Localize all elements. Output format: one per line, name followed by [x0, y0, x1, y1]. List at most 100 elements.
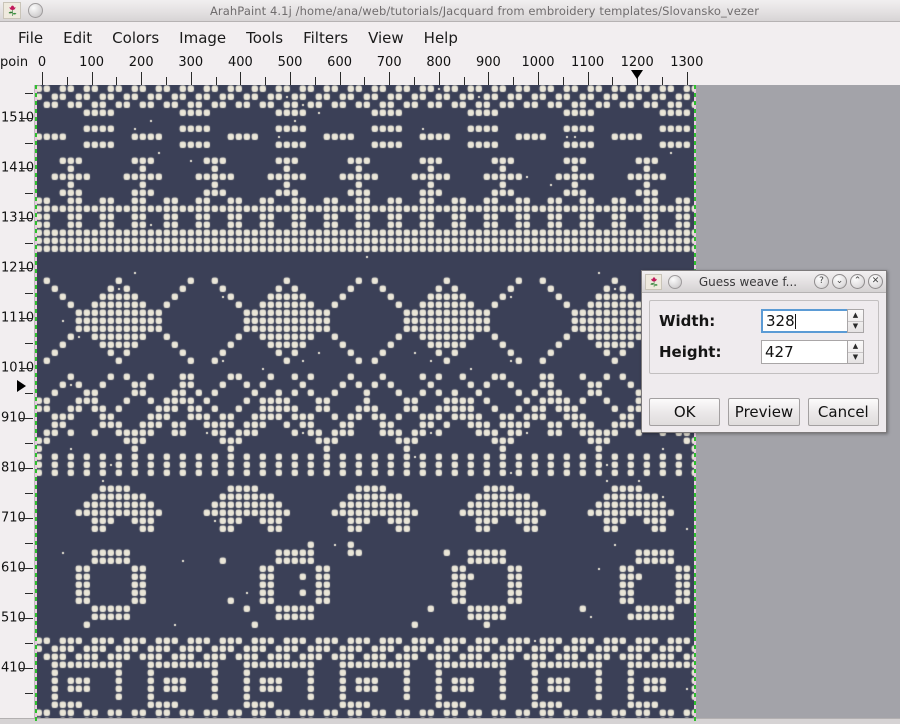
help-icon[interactable]: ?	[814, 274, 829, 289]
tulip-icon	[645, 273, 662, 290]
vruler-tick	[20, 218, 33, 219]
hruler-tick	[587, 72, 589, 85]
menu-view[interactable]: View	[358, 27, 414, 49]
vruler-tick-minor	[25, 143, 33, 144]
cancel-button[interactable]: Cancel	[807, 398, 879, 426]
vruler-tick-minor	[25, 443, 33, 444]
menu-file[interactable]: File	[8, 27, 53, 49]
hruler-label: 500	[277, 55, 303, 70]
hruler-tick-minor	[314, 77, 316, 85]
ok-button[interactable]: OK	[649, 398, 721, 426]
maximize-icon[interactable]: ⌃	[850, 274, 865, 289]
vruler-tick	[20, 468, 33, 469]
vruler-tick	[20, 668, 33, 669]
dialog-title: Guess weave f...	[698, 274, 798, 289]
hruler-label: 1100	[571, 55, 605, 70]
hruler-label: 1000	[521, 55, 555, 70]
preview-button[interactable]: Preview	[728, 398, 800, 426]
width-input[interactable]: 328	[761, 309, 847, 333]
dialog-body: Width: 328 ▲ ▼ Height: 427 ▲ ▼ OK Previe…	[642, 293, 886, 433]
vruler-tick	[20, 368, 33, 369]
hruler-label: 1300	[670, 55, 704, 70]
width-stepper-up-icon[interactable]: ▲	[848, 310, 863, 322]
hruler-tick-minor	[463, 77, 465, 85]
menu-image[interactable]: Image	[169, 27, 236, 49]
minimize-icon[interactable]: ⌄	[832, 274, 847, 289]
menu-tools[interactable]: Tools	[236, 27, 293, 49]
hruler-tick	[538, 72, 539, 85]
vruler-tick-minor	[25, 93, 33, 94]
vertical-ruler[interactable]: 1510 1410 1310 1210 1110 1010 910 810 710 610 510 4…	[0, 85, 35, 724]
hruler-tick	[141, 72, 143, 85]
menu-help[interactable]: Help	[414, 27, 468, 49]
hruler-tick	[488, 72, 490, 85]
hruler-tick	[91, 72, 93, 85]
hruler-tick	[389, 72, 391, 85]
height-stepper-up-icon[interactable]: ▲	[848, 341, 863, 353]
hruler-tick-minor	[612, 77, 614, 85]
vruler-tick	[20, 568, 33, 569]
window-title: ArahPaint 4.1j /home/ana/web/tutorials/J…	[209, 3, 760, 18]
vruler-tick	[20, 618, 33, 619]
hruler-tick	[686, 72, 688, 85]
height-input-wrap[interactable]: 427 ▲ ▼	[761, 340, 864, 364]
vruler-tick	[20, 168, 33, 169]
status-strip	[0, 718, 900, 724]
vruler-tick-minor	[25, 593, 33, 594]
window-menu-button[interactable]	[28, 3, 43, 18]
tulip-icon	[3, 2, 21, 19]
hruler-label: 100	[79, 55, 105, 70]
hruler-tick	[190, 72, 192, 85]
hruler-position-marker	[631, 70, 644, 79]
hruler-tick-minor	[265, 77, 267, 85]
hruler-tick	[438, 72, 440, 85]
height-field-row: Height: 427 ▲ ▼	[659, 340, 869, 364]
vruler-position-marker	[17, 380, 26, 392]
hruler-label: 0	[37, 55, 47, 70]
menu-filters[interactable]: Filters	[293, 27, 358, 49]
dialog-menu-button[interactable]	[668, 274, 682, 289]
selection-edge-left[interactable]	[35, 85, 37, 721]
hruler-label: 600	[327, 55, 353, 70]
vruler-tick	[20, 418, 33, 419]
menubar: File Edit Colors Image Tools Filters Vie…	[0, 22, 900, 53]
pattern-image[interactable]	[35, 85, 696, 721]
vruler-tick-minor	[25, 243, 33, 244]
close-icon[interactable]: ✕	[868, 274, 883, 289]
hruler-tick-minor	[116, 77, 118, 85]
vruler-tick	[20, 318, 33, 319]
menu-colors[interactable]: Colors	[102, 27, 169, 49]
height-input[interactable]: 427	[761, 340, 847, 364]
horizontal-ruler[interactable]: poin 0 100 200 300 400 500 600 700 800 900 1000 110…	[0, 53, 900, 85]
hruler-tick-minor	[166, 77, 167, 85]
vruler-tick-minor	[25, 693, 33, 694]
hruler-tick-minor	[513, 77, 515, 85]
vruler-tick-minor	[25, 293, 33, 294]
dialog-fields-frame: Width: 328 ▲ ▼ Height: 427 ▲ ▼	[649, 300, 879, 374]
hruler-tick-minor	[414, 77, 415, 85]
vruler-tick-minor	[25, 193, 33, 194]
hruler-tick-minor	[364, 77, 366, 85]
width-label: Width:	[659, 312, 716, 330]
vruler-tick-minor	[25, 493, 33, 494]
hruler-tick	[339, 72, 341, 85]
height-stepper-down-icon[interactable]: ▼	[848, 353, 863, 364]
hruler-tick-minor	[662, 77, 663, 85]
height-label: Height:	[659, 343, 722, 361]
ruler-unit-label: poin	[0, 55, 29, 70]
menu-edit[interactable]: Edit	[53, 27, 102, 49]
width-stepper-down-icon[interactable]: ▼	[848, 322, 863, 333]
height-stepper[interactable]: ▲ ▼	[847, 340, 864, 364]
width-stepper[interactable]: ▲ ▼	[847, 309, 864, 333]
hruler-label: 200	[128, 55, 154, 70]
vruler-tick	[20, 118, 33, 119]
hruler-label: 900	[475, 55, 501, 70]
hruler-tick-minor	[562, 77, 564, 85]
guess-weave-dialog[interactable]: Guess weave f... ? ⌄ ⌃ ✕ Width: 328 ▲ ▼	[641, 270, 887, 433]
width-input-value: 328	[766, 312, 795, 330]
width-input-wrap[interactable]: 328 ▲ ▼	[761, 309, 864, 333]
vruler-tick-minor	[25, 393, 33, 394]
hruler-label: 800	[426, 55, 452, 70]
vruler-tick-minor	[25, 543, 33, 544]
hruler-label: 400	[227, 55, 253, 70]
